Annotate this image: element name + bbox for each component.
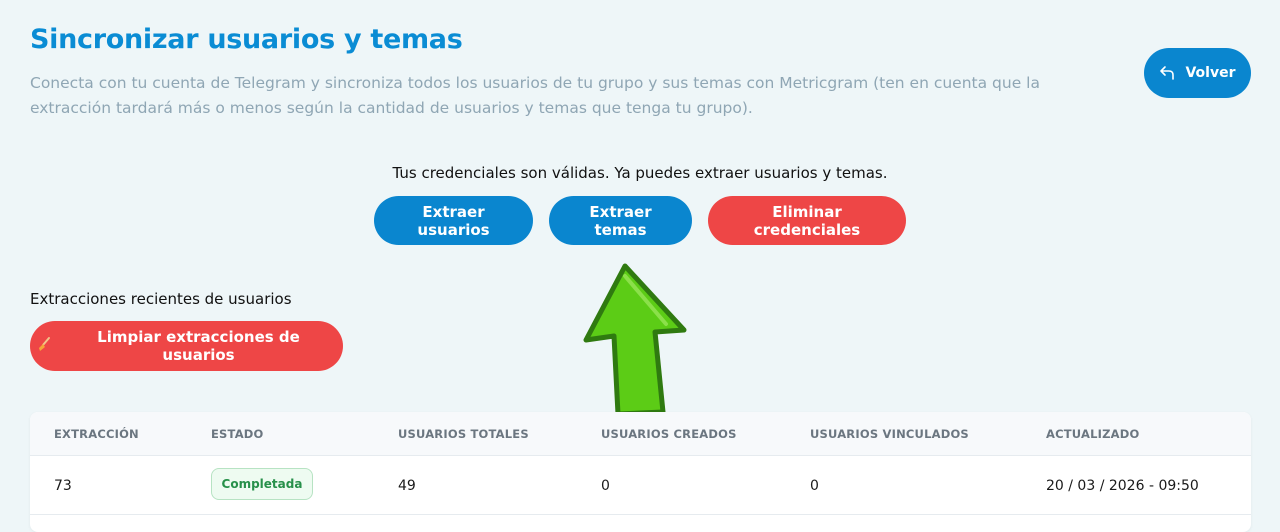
recent-extractions-title: Extracciones recientes de usuarios <box>30 290 292 308</box>
status-badge: Completada <box>211 468 313 500</box>
cell-extraction: 73 <box>54 478 72 494</box>
back-button[interactable]: Volver <box>1144 48 1251 98</box>
column-header-total-users: USUARIOS TOTALES <box>398 427 529 441</box>
clean-extractions-label: Limpiar extracciones de usuarios <box>97 328 300 364</box>
column-header-linked-users: USUARIOS VINCULADOS <box>810 427 969 441</box>
extract-users-button[interactable]: Extraer usuarios <box>374 196 533 245</box>
table-header: EXTRACCIÓN ESTADO USUARIOS TOTALES USUAR… <box>30 412 1251 456</box>
delete-credentials-button[interactable]: Eliminar credenciales <box>708 196 906 245</box>
extract-topics-button[interactable]: Extraer temas <box>549 196 692 245</box>
column-header-created-users: USUARIOS CREADOS <box>601 427 737 441</box>
column-header-status: ESTADO <box>211 427 264 441</box>
page-description: Conecta con tu cuenta de Telegram y sinc… <box>30 74 1040 117</box>
back-arrow-icon <box>1159 65 1177 81</box>
cell-updated: 20 / 03 / 2026 - 09:50 <box>1046 478 1199 494</box>
cell-linked-users: 0 <box>810 478 819 494</box>
clean-extractions-button[interactable]: Limpiar extracciones de usuarios <box>30 321 343 371</box>
cell-created-users: 0 <box>601 478 610 494</box>
page-title: Sincronizar usuarios y temas <box>30 24 463 55</box>
credentials-status-message: Tus credenciales son válidas. Ya puedes … <box>392 164 888 182</box>
broom-icon <box>36 336 52 356</box>
column-header-updated: ACTUALIZADO <box>1046 427 1140 441</box>
cell-total-users: 49 <box>398 478 416 494</box>
back-button-label: Volver <box>1185 65 1236 81</box>
table-row: 73 Completada 49 0 0 20 / 03 / 2026 - 09… <box>30 456 1251 515</box>
column-header-extraction: EXTRACCIÓN <box>54 427 139 441</box>
credential-actions: Extraer usuarios Extraer temas Eliminar … <box>0 196 1280 245</box>
green-arrow-annotation <box>566 262 692 424</box>
extractions-table: EXTRACCIÓN ESTADO USUARIOS TOTALES USUAR… <box>30 412 1251 532</box>
